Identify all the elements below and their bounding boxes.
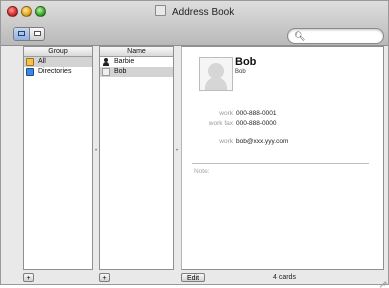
field-value[interactable]: bob@xxx.yyy.com bbox=[236, 138, 288, 145]
group-item-label: Directories bbox=[38, 68, 72, 75]
name-column-header[interactable]: Name bbox=[100, 47, 173, 57]
vcard-icon bbox=[102, 68, 110, 76]
name-item-label: Barbie bbox=[114, 58, 135, 65]
edit-button[interactable]: Edit bbox=[181, 273, 205, 282]
card-icon bbox=[34, 31, 41, 36]
field-label: work fax bbox=[208, 120, 233, 127]
contact-photo[interactable] bbox=[199, 57, 233, 91]
note-divider bbox=[192, 163, 369, 164]
group-item-label: All bbox=[38, 58, 46, 65]
window-title-area: Address Book bbox=[1, 5, 388, 18]
view-toggle[interactable] bbox=[13, 27, 45, 41]
add-group-button[interactable]: + bbox=[23, 273, 34, 282]
group-item-all[interactable]: All bbox=[24, 57, 92, 67]
group-item-directories[interactable]: Directories bbox=[24, 67, 92, 77]
person-icon bbox=[102, 58, 110, 66]
search-field[interactable]: 🔍︎ bbox=[287, 28, 384, 44]
columns-icon bbox=[18, 31, 25, 36]
card-count: 4 cards bbox=[273, 274, 296, 281]
card-name: Bob bbox=[235, 56, 257, 68]
address-book-icon bbox=[154, 5, 166, 16]
note-label[interactable]: Note: bbox=[194, 168, 210, 175]
card-and-columns-view-button[interactable] bbox=[14, 28, 29, 40]
card-pane: Bob Bob work 000-888-0001 work fax 000-888… bbox=[181, 46, 384, 270]
directories-icon bbox=[26, 68, 34, 76]
column-splitter[interactable] bbox=[95, 148, 98, 157]
name-item-label: Bob bbox=[114, 68, 127, 75]
card-only-view-button[interactable] bbox=[29, 28, 44, 40]
phone-work-fax-field: work fax 000-888-0000 bbox=[178, 120, 277, 127]
name-item-barbie[interactable]: Barbie bbox=[100, 57, 173, 67]
name-column: Name Barbie Bob bbox=[99, 46, 174, 270]
address-book-window: Address Book 🔍︎ Group All Directories • … bbox=[0, 0, 389, 285]
field-value[interactable]: 000-888-0001 bbox=[236, 110, 276, 117]
field-label: work bbox=[219, 138, 233, 145]
all-group-icon bbox=[26, 58, 34, 66]
resize-grip-icon[interactable] bbox=[376, 272, 386, 282]
group-column-header[interactable]: Group bbox=[24, 47, 92, 57]
field-value[interactable]: 000-888-0000 bbox=[236, 120, 276, 127]
search-icon: 🔍︎ bbox=[294, 31, 306, 41]
titlebar: Address Book 🔍︎ bbox=[1, 1, 388, 46]
field-label: work bbox=[219, 110, 233, 117]
email-work-field: work bob@xxx.yyy.com bbox=[178, 138, 288, 145]
window-title: Address Book bbox=[171, 7, 235, 18]
phone-work-field: work 000-888-0001 bbox=[178, 110, 276, 117]
search-input[interactable] bbox=[306, 30, 378, 41]
group-column: Group All Directories bbox=[23, 46, 93, 270]
card-subtitle: Bob bbox=[235, 69, 246, 75]
name-item-bob[interactable]: Bob bbox=[100, 67, 173, 77]
add-contact-button[interactable]: + bbox=[99, 273, 110, 282]
column-splitter[interactable] bbox=[176, 148, 179, 157]
